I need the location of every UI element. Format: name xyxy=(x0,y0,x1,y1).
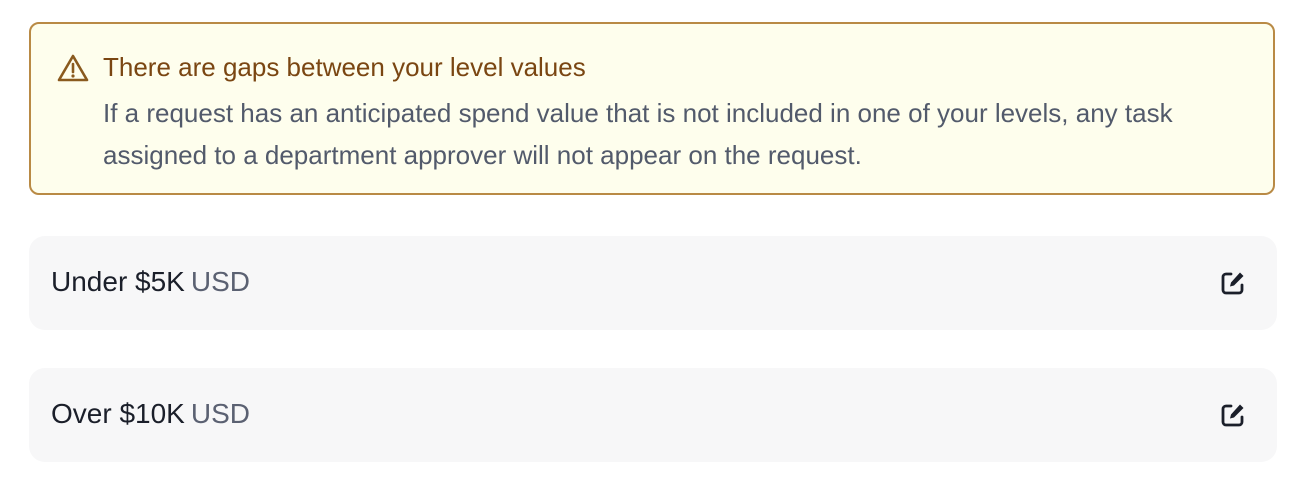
level-currency: USD xyxy=(190,398,250,429)
warning-title: There are gaps between your level values xyxy=(103,52,586,82)
edit-icon[interactable] xyxy=(1219,401,1247,429)
level-label: Over $10K USD xyxy=(51,398,250,430)
gap-warning-banner: There are gaps between your level values… xyxy=(29,22,1275,195)
level-amount: Over $10K xyxy=(51,398,185,429)
level-currency: USD xyxy=(190,266,250,297)
warning-message: If a request has an anticipated spend va… xyxy=(103,98,1173,170)
warning-triangle-icon xyxy=(57,54,89,82)
level-amount: Under $5K xyxy=(51,266,185,297)
edit-icon[interactable] xyxy=(1219,269,1247,297)
level-row: Under $5K USD xyxy=(29,236,1277,330)
level-label: Under $5K USD xyxy=(51,266,250,298)
level-row: Over $10K USD xyxy=(29,368,1277,462)
